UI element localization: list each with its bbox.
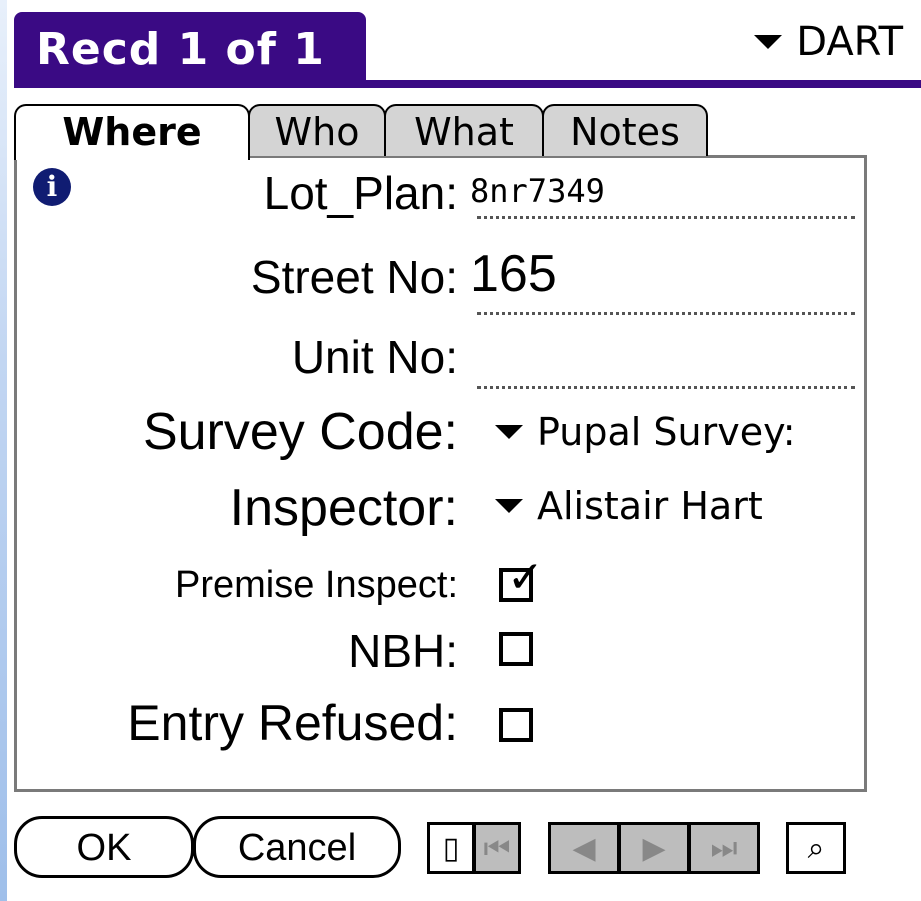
dropdown-arrow-icon	[754, 35, 783, 49]
new-record-icon[interactable]: ▯	[427, 822, 475, 874]
last-record-icon[interactable]: ⏭	[688, 822, 760, 874]
next-record-icon[interactable]: ▶	[618, 822, 690, 874]
tab-what[interactable]: What	[384, 104, 544, 156]
cancel-button[interactable]: Cancel	[193, 816, 401, 878]
tab-who[interactable]: Who	[248, 104, 386, 156]
lot-plan-underline	[477, 216, 855, 219]
prev-record-icon[interactable]: ◀	[548, 822, 620, 874]
street-no-field[interactable]: 165	[470, 244, 557, 304]
inspector-picker[interactable]: Alistair Hart	[495, 484, 763, 528]
ok-button[interactable]: OK	[14, 816, 194, 878]
info-icon[interactable]: i	[33, 168, 71, 206]
category-label: DART	[796, 19, 903, 65]
nbh-checkbox[interactable]	[499, 632, 533, 666]
record-title: Recd 1 of 1	[14, 12, 366, 88]
premise-inspect-checkbox[interactable]: ✓	[499, 556, 544, 602]
inspector-label: Inspector:	[229, 479, 458, 537]
tab-where[interactable]: Where	[14, 104, 250, 160]
lot-plan-field[interactable]: 8nr7349	[470, 172, 605, 210]
inspector-value: Alistair Hart	[537, 484, 763, 528]
survey-code-value: Pupal Survey:	[537, 410, 796, 454]
category-picker[interactable]: DART	[754, 12, 903, 72]
survey-code-label: Survey Code:	[142, 403, 458, 461]
first-record-icon[interactable]: ⏮	[473, 822, 521, 874]
unit-no-label: Unit No:	[291, 331, 458, 383]
palm-screen: Recd 1 of 1 DART Who What Notes Where i …	[7, 0, 921, 901]
entry-refused-checkbox[interactable]	[499, 708, 533, 742]
premise-inspect-label: Premise Inspect:	[175, 564, 458, 606]
street-no-underline	[477, 312, 855, 315]
lot-plan-label: Lot_Plan:	[263, 167, 458, 219]
survey-code-picker[interactable]: Pupal Survey:	[495, 410, 796, 454]
dropdown-arrow-icon	[495, 499, 523, 513]
dropdown-arrow-icon	[495, 425, 523, 439]
nbh-label: NBH:	[348, 625, 458, 677]
entry-refused-label: Entry Refused:	[127, 695, 458, 751]
unit-no-underline	[477, 386, 855, 389]
checkmark-icon: ✓	[507, 552, 544, 603]
street-no-label: Street No:	[250, 251, 458, 303]
find-icon[interactable]: ⌕	[786, 822, 846, 874]
tab-notes[interactable]: Notes	[542, 104, 708, 156]
